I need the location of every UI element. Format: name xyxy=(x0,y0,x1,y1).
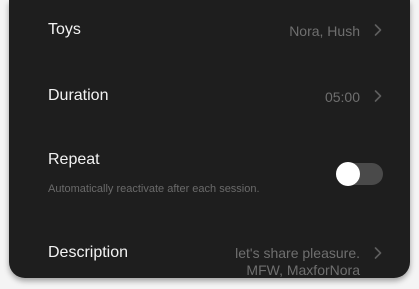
duration-value: 05:00 xyxy=(324,89,360,105)
description-value: let's share pleasure. MFW, MaxforNora xyxy=(235,245,360,278)
duration-label: Duration xyxy=(48,87,109,104)
repeat-description: Automatically reactivate after each sess… xyxy=(48,183,260,195)
repeat-toggle[interactable] xyxy=(336,162,383,186)
screen: Toys Nora, Hush Duration 05:00 Repeat Au… xyxy=(0,0,419,289)
chevron-right-icon xyxy=(371,89,385,103)
duration-row[interactable]: Duration 05:00 xyxy=(9,66,410,128)
toggle-knob xyxy=(336,162,360,186)
description-label: Description xyxy=(48,244,129,261)
chevron-right-icon xyxy=(371,246,385,260)
toys-row[interactable]: Toys Nora, Hush xyxy=(9,0,410,62)
description-value-line2: MFW, MaxforNora xyxy=(246,262,360,278)
settings-panel: Toys Nora, Hush Duration 05:00 Repeat Au… xyxy=(9,0,410,278)
chevron-right-icon xyxy=(371,23,385,37)
repeat-label: Repeat xyxy=(48,151,100,168)
toys-value: Nora, Hush xyxy=(289,23,360,39)
toys-label: Toys xyxy=(48,21,81,38)
description-value-line1: let's share pleasure. xyxy=(235,245,360,261)
